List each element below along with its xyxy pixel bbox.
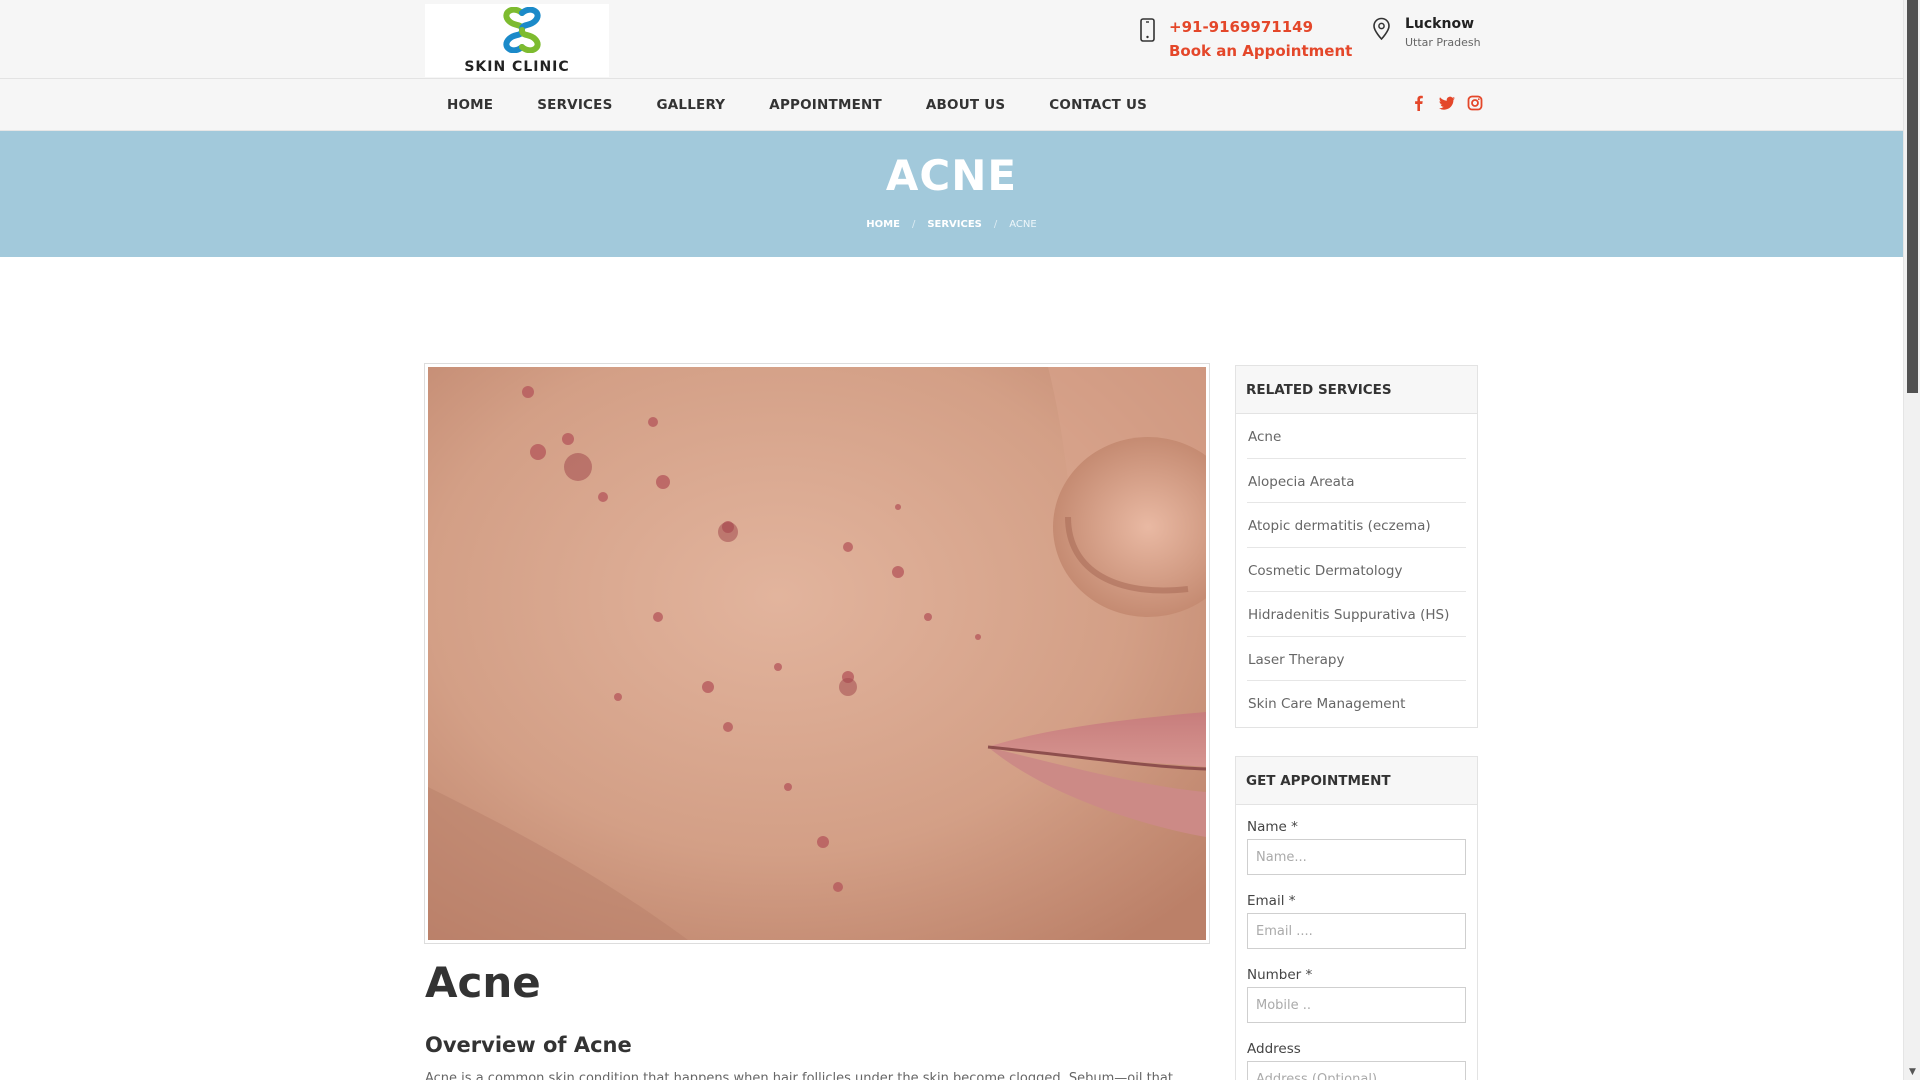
article-paragraph: Acne is a common skin condition that hap…	[425, 1071, 1173, 1080]
address-input[interactable]	[1247, 1061, 1466, 1080]
nav-item-home[interactable]: HOME	[425, 97, 515, 113]
breadcrumb-separator: /	[911, 219, 916, 230]
page: SKIN CLINIC +91-9169971149 Book an Appoi…	[0, 0, 1903, 1080]
name-label: Name *	[1247, 819, 1298, 835]
address-label: Address	[1247, 1041, 1301, 1057]
nav-item-gallery[interactable]: GALLERY	[635, 97, 748, 113]
acne-image-frame	[424, 363, 1210, 944]
breadcrumb-home[interactable]: HOME	[866, 219, 900, 230]
article-subtitle: Overview of Acne	[425, 1033, 632, 1057]
social-links	[1410, 94, 1484, 112]
nav-item-contact-us[interactable]: CONTACT US	[1027, 97, 1169, 113]
breadcrumb: HOME / SERVICES / ACNE	[0, 219, 1903, 230]
twitter-icon[interactable]	[1438, 94, 1456, 112]
related-services-panel: RELATED SERVICES Acne Alopecia Areata At…	[1235, 365, 1478, 728]
related-services-list: Acne Alopecia Areata Atopic dermatitis (…	[1236, 414, 1477, 726]
nav-item-appointment[interactable]: APPOINTMENT	[747, 97, 904, 113]
breadcrumb-current: ACNE	[1009, 219, 1037, 230]
breadcrumb-services[interactable]: SERVICES	[927, 219, 982, 230]
location-city: Lucknow	[1405, 16, 1475, 32]
page-banner: ACNE HOME / SERVICES / ACNE	[0, 131, 1903, 257]
related-service-link[interactable]: Hidradenitis Suppurativa (HS)	[1247, 592, 1466, 637]
logo[interactable]: SKIN CLINIC	[425, 4, 609, 77]
scroll-down-arrow-icon[interactable]: ▼	[1904, 1064, 1920, 1080]
breadcrumb-separator: /	[993, 219, 998, 230]
book-appointment-link[interactable]: Book an Appointment	[1169, 42, 1352, 60]
related-service-link[interactable]: Acne	[1247, 414, 1466, 459]
vertical-scrollbar[interactable]: ▲ ▼	[1903, 0, 1920, 1080]
nav-list: HOME SERVICES GALLERY APPOINTMENT ABOUT …	[425, 79, 1169, 131]
number-label: Number *	[1247, 967, 1313, 983]
location-pin-icon	[1373, 17, 1390, 41]
top-header: SKIN CLINIC +91-9169971149 Book an Appoi…	[0, 0, 1903, 79]
phone-number-link[interactable]: +91-9169971149	[1169, 18, 1313, 36]
clinic-logo-icon	[503, 7, 541, 53]
mobile-phone-icon	[1140, 18, 1155, 42]
related-service-link[interactable]: Skin Care Management	[1247, 681, 1466, 726]
name-input[interactable]	[1247, 839, 1466, 875]
article-title: Acne	[425, 958, 541, 1007]
appointment-form: Name * Email * Number * Address	[1236, 805, 1477, 1080]
email-input[interactable]	[1247, 913, 1466, 949]
facebook-icon[interactable]	[1410, 94, 1428, 112]
appointment-panel: GET APPOINTMENT Name * Email * Number * …	[1235, 756, 1478, 1080]
instagram-icon[interactable]	[1466, 94, 1484, 112]
mobile-input[interactable]	[1247, 987, 1466, 1023]
acne-skin-image	[428, 367, 1206, 940]
main-nav: HOME SERVICES GALLERY APPOINTMENT ABOUT …	[0, 79, 1903, 131]
page-title: ACNE	[885, 151, 1018, 200]
related-service-link[interactable]: Alopecia Areata	[1247, 459, 1466, 503]
appointment-heading: GET APPOINTMENT	[1236, 757, 1477, 805]
nav-item-services[interactable]: SERVICES	[515, 97, 634, 113]
location-state: Uttar Pradesh	[1405, 36, 1481, 49]
related-service-link[interactable]: Cosmetic Dermatology	[1247, 548, 1466, 592]
logo-text: SKIN CLINIC	[464, 59, 570, 75]
nav-item-about-us[interactable]: ABOUT US	[904, 97, 1027, 113]
related-service-link[interactable]: Atopic dermatitis (eczema)	[1247, 503, 1466, 548]
related-services-heading: RELATED SERVICES	[1236, 366, 1477, 414]
related-service-link[interactable]: Laser Therapy	[1247, 637, 1466, 681]
email-label: Email *	[1247, 893, 1296, 909]
scrollbar-thumb[interactable]	[1907, 0, 1918, 393]
